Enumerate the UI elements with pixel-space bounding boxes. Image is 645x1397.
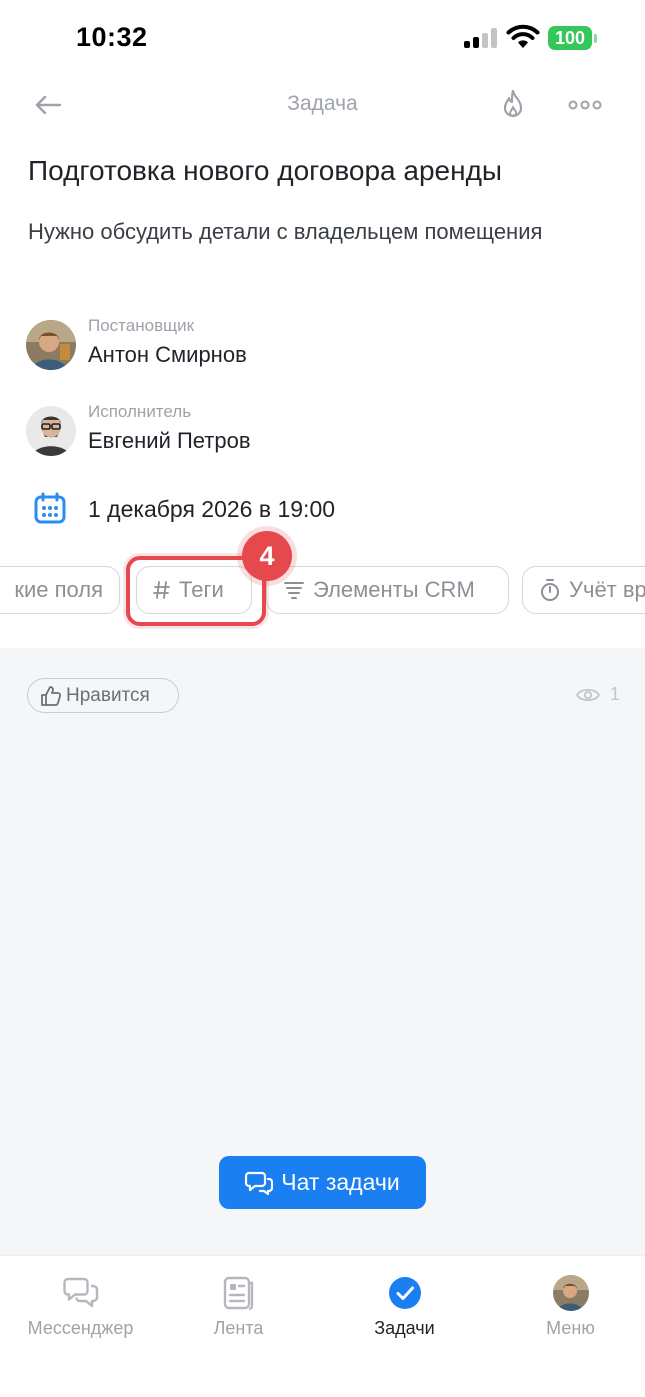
assignee-role: Исполнитель xyxy=(88,402,192,421)
creator-row[interactable]: Постановщик Антон Смирнов xyxy=(26,316,426,376)
tab-menu[interactable]: Меню xyxy=(490,1256,645,1356)
deadline-row[interactable]: 1 декабря 2026 в 19:00 xyxy=(34,490,434,530)
custom-fields-chip-label: кие поля xyxy=(14,577,103,602)
creator-name: Антон Смирнов xyxy=(88,342,247,367)
task-title: Подготовка нового договора аренды xyxy=(28,155,503,186)
menu-avatar xyxy=(552,1274,590,1312)
cellular-signal-icon xyxy=(464,28,498,48)
tab-tasks-label: Задачи xyxy=(374,1318,435,1338)
tab-feed-label: Лента xyxy=(213,1318,264,1338)
creator-role: Постановщик xyxy=(88,316,195,335)
like-button-label: Нравится xyxy=(66,684,150,706)
status-time: 10:32 xyxy=(76,22,148,52)
messenger-icon xyxy=(62,1274,100,1312)
wifi-icon xyxy=(506,24,540,48)
task-chat-button-label: Чат задачи xyxy=(281,1169,400,1195)
custom-fields-chip[interactable]: кие поля xyxy=(0,566,120,614)
chat-bubbles-icon xyxy=(245,1171,274,1195)
tab-messenger[interactable]: Мессенджер xyxy=(0,1256,161,1356)
header: Задача xyxy=(0,80,645,130)
calendar-icon xyxy=(34,492,66,524)
status-bar: 10:32 100 xyxy=(0,0,645,80)
funnel-icon xyxy=(284,582,304,599)
tab-feed[interactable]: Лента xyxy=(158,1256,319,1356)
views-counter: 1 xyxy=(576,684,620,705)
assignee-name: Евгений Петров xyxy=(88,428,251,453)
creator-avatar xyxy=(26,320,76,370)
step-number-badge: 4 xyxy=(242,531,292,581)
battery-tip xyxy=(594,34,597,43)
eye-icon xyxy=(576,688,600,701)
battery-indicator: 100 xyxy=(548,26,592,50)
comments-area: Нравится 1 Чат задачи xyxy=(0,648,645,1255)
page-title: Задача xyxy=(287,92,358,115)
stopwatch-icon xyxy=(541,579,559,601)
views-count: 1 xyxy=(610,684,621,704)
crm-elements-chip-label: Элементы CRM xyxy=(313,577,475,602)
task-chat-button[interactable]: Чат задачи xyxy=(219,1156,426,1209)
more-horizontal-icon xyxy=(568,100,602,110)
assignee-row[interactable]: Исполнитель Евгений Петров xyxy=(26,402,426,462)
crm-elements-chip[interactable]: Элементы CRM xyxy=(266,566,509,614)
tab-tasks[interactable]: Задачи xyxy=(324,1256,485,1356)
tab-messenger-label: Мессенджер xyxy=(27,1318,134,1338)
like-button[interactable]: Нравится xyxy=(27,678,179,713)
assignee-avatar xyxy=(26,406,76,456)
tasks-check-icon xyxy=(386,1274,424,1312)
deadline-text: 1 декабря 2026 в 19:00 xyxy=(88,496,336,522)
more-button[interactable] xyxy=(564,90,606,120)
task-description: Нужно обсудить детали с владельцем помещ… xyxy=(28,219,543,244)
bottom-tab-bar: Мессенджер Лента Задачи Меню xyxy=(0,1255,645,1397)
tab-menu-label: Меню xyxy=(546,1318,595,1338)
thumbs-up-icon xyxy=(41,685,62,706)
priority-button[interactable] xyxy=(496,86,530,124)
time-tracking-chip[interactable]: Учёт вр xyxy=(522,566,645,614)
time-tracking-chip-label: Учёт вр xyxy=(569,577,645,602)
flame-icon xyxy=(503,89,523,118)
task-fields-chips: кие поля Теги Элементы CRM Учёт вр xyxy=(0,566,645,614)
feed-icon xyxy=(220,1274,258,1312)
